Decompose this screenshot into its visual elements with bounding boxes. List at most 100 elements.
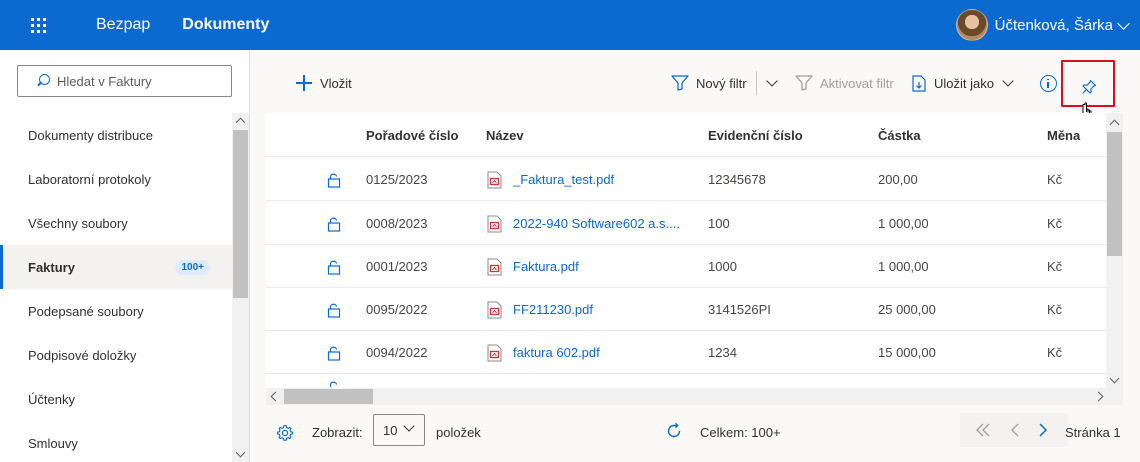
cell-currency: Kč [1047,302,1063,317]
chevron-down-icon [403,420,415,432]
table-horizontal-scrollbar[interactable] [266,388,1123,405]
sidebar-item-smlouvy[interactable]: Smlouvy [0,421,232,462]
search-icon [36,74,50,88]
table-header: Pořadové číslo Název Evidenční číslo Čás… [266,113,1106,157]
sidebar-item-uctenky[interactable]: Účtenky [0,377,232,421]
total-count: Celkem: 100+ [700,425,781,440]
scroll-down-icon[interactable] [1109,373,1120,384]
cell-name[interactable]: faktura 602.pdf [487,331,600,374]
pdf-file-icon [487,215,502,232]
cell-currency: Kč [1047,345,1063,360]
chevron-right-icon [1039,423,1048,437]
table-row[interactable]: 0001/2023 Faktura.pdf 1000 1 000,00 Kč [266,245,1106,288]
sidebar-item-podepsane-soubory[interactable]: Podepsané soubory [0,289,232,333]
divider [756,71,757,95]
sidebar-item-laboratorni-protokoly[interactable]: Laboratorní protokoly [0,157,232,201]
column-header-currency[interactable]: Měna [1047,113,1080,157]
count-badge: 100+ [175,259,210,275]
cell-order: 0095/2022 [366,302,428,317]
chevron-left-icon [1011,423,1019,437]
sidebar-item-label: Podepsané soubory [28,303,144,319]
refresh-icon[interactable] [665,422,683,440]
waffle-icon [30,17,46,33]
column-header-evidence[interactable]: Evidenční číslo [708,113,803,157]
first-page-button[interactable] [968,413,998,447]
app-name[interactable]: Bezpap [96,16,150,34]
column-header-order[interactable]: Pořadové číslo [366,113,458,157]
sidebar: Dokumenty distribuce Laboratorní protoko… [0,50,250,462]
previous-page-button[interactable] [1000,413,1030,447]
file-name: 2022-940 Software602 a.s.... [513,216,680,231]
chevron-down-icon [1117,16,1130,30]
app-launcher-button[interactable] [0,0,76,50]
table-row[interactable]: 0008/2023 2022-940 Software602 a.s.... 1… [266,202,1106,245]
filter-icon [671,75,689,91]
table-vertical-scrollbar[interactable] [1106,113,1123,388]
scroll-left-icon[interactable] [270,391,281,402]
sidebar-item-label: Dokumenty distribuce [28,127,153,143]
avatar [955,9,988,41]
search-box[interactable] [17,65,232,97]
gear-icon[interactable] [276,424,294,442]
cell-order: 0125/2023 [366,172,428,187]
cell-amount: 25 000,00 [878,302,936,317]
page-name[interactable]: Dokumenty [182,16,269,34]
scrollbar-thumb[interactable] [233,130,248,298]
table-row[interactable]: 0125/2023 _Faktura_test.pdf 12345678 200… [266,158,1106,201]
sidebar-item-faktury[interactable]: Faktury 100+ [0,245,232,289]
table-footer: Zobrazit: 10 položek Celkem: 100+ Stránk… [250,405,1140,462]
highlight-box [1061,60,1115,107]
cell-currency: Kč [1047,259,1063,274]
filter-dropdown-button[interactable] [764,64,780,102]
show-label: Zobrazit: [312,425,363,440]
insert-label: Vložit [320,75,352,91]
filter-icon [795,75,813,91]
page-size-select[interactable]: 10 [373,414,425,446]
scroll-right-icon[interactable] [1093,391,1104,402]
table-row[interactable]: 0095/2022 FF211230.pdf 3141526PI 25 000,… [266,288,1106,331]
page-indicator: Stránka 1 [1065,425,1121,440]
sidebar-item-label: Laboratorní protokoly [28,171,151,187]
info-icon [1040,74,1057,92]
next-page-button[interactable] [1028,413,1058,447]
activate-filter-button[interactable]: Aktivovat filtr [795,64,894,102]
cell-name[interactable]: 2022-940 Software602 a.s.... [487,202,680,245]
column-header-amount[interactable]: Částka [878,113,921,157]
cell-evidence: 12345678 [708,172,766,187]
cell-name[interactable]: FF211230.pdf [487,288,593,331]
user-menu[interactable]: Účtenková, Šárka [955,9,1130,41]
cell-amount: 15 000,00 [878,345,936,360]
cell-name[interactable]: Faktura.pdf [487,245,579,288]
sidebar-item-dokumenty-distribuce[interactable]: Dokumenty distribuce [0,113,232,157]
pdf-file-icon [487,344,502,361]
scroll-down-icon[interactable] [235,447,246,458]
lock-icon [327,202,341,245]
new-filter-label: Nový filtr [696,75,747,91]
column-header-name[interactable]: Název [486,113,524,157]
sidebar-item-label: Všechny soubory [28,215,128,231]
new-filter-button[interactable]: Nový filtr [671,64,747,102]
documents-table: Pořadové číslo Název Evidenční číslo Čás… [266,113,1123,405]
page-size-value: 10 [383,422,398,438]
cell-name[interactable]: _Faktura_test.pdf [487,158,614,201]
scroll-up-icon[interactable] [235,117,246,128]
scrollbar-thumb[interactable] [284,389,373,404]
items-label: položek [436,425,481,440]
insert-button[interactable]: Vložit [296,64,352,102]
search-input[interactable] [57,73,227,89]
cell-order: 0008/2023 [366,216,428,231]
table-row[interactable]: 0094/2022 faktura 602.pdf 1234 15 000,00… [266,331,1106,374]
sidebar-scrollbar[interactable] [232,113,249,462]
chevron-down-icon [1002,75,1014,87]
sidebar-item-podpisove-dolozky[interactable]: Podpisové doložky [0,333,232,377]
save-as-button[interactable]: Uložit jako [912,64,1014,102]
double-chevron-left-icon [976,423,990,437]
file-name: faktura 602.pdf [513,345,600,360]
sidebar-item-vsechny-soubory[interactable]: Všechny soubory [0,201,232,245]
scrollbar-thumb[interactable] [1107,132,1122,256]
file-name: _Faktura_test.pdf [513,172,615,187]
activate-filter-label: Aktivovat filtr [820,75,894,91]
chevron-down-icon [766,75,778,87]
info-button[interactable] [1040,64,1057,102]
scroll-up-icon[interactable] [1109,119,1120,130]
